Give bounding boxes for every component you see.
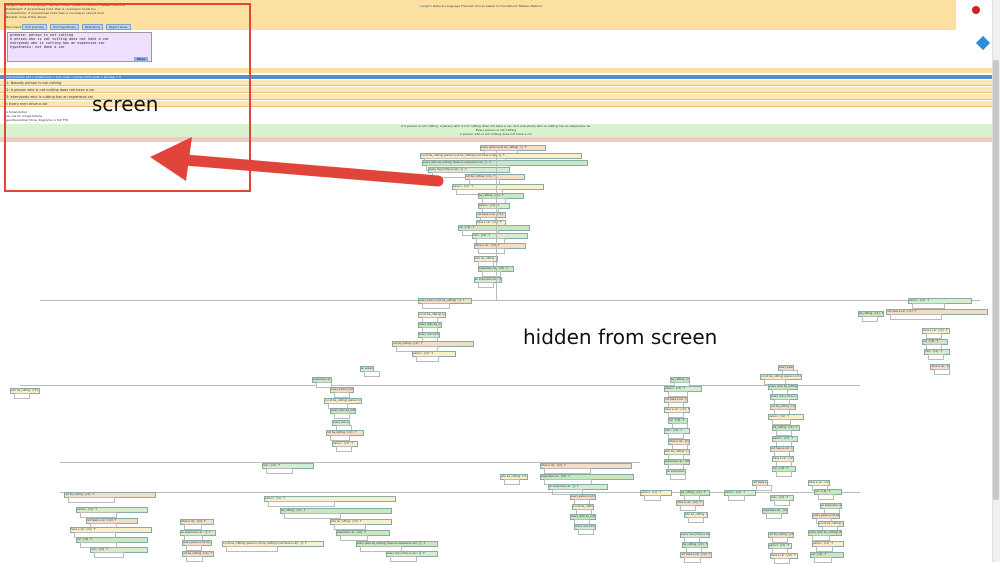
arrow-shaft bbox=[179, 154, 444, 187]
arrow-head bbox=[150, 137, 192, 181]
annotation-arrow bbox=[150, 137, 444, 187]
